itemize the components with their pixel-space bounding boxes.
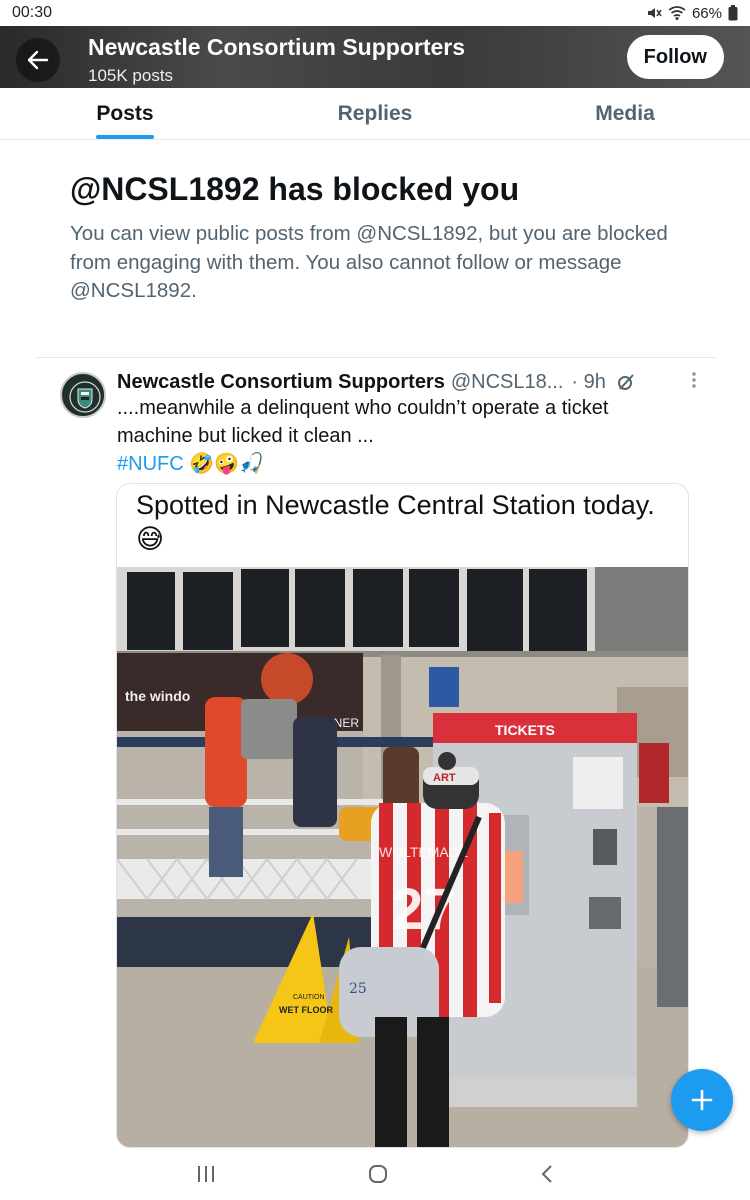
club-crest-icon: [64, 376, 104, 416]
follow-button[interactable]: Follow: [626, 35, 724, 79]
battery-percent: 66%: [691, 4, 722, 22]
mute-icon: [647, 8, 662, 18]
tweet-emojis: 🤣🤪🎣: [189, 453, 264, 475]
status-icons: 66%: [646, 5, 738, 22]
recent-apps-icon[interactable]: [195, 1164, 217, 1184]
plus-icon: [691, 1089, 713, 1111]
profile-title: Newcastle Consortium Supporters: [88, 34, 466, 60]
tweet-text: ....meanwhile a delinquent who couldn’t …: [117, 394, 687, 478]
tweet-timestamp[interactable]: · 9h: [571, 371, 605, 394]
photo-bag-number: 25: [349, 981, 367, 997]
profile-tabs: Posts Replies Media: [0, 88, 750, 140]
post-count: 105K posts: [88, 66, 174, 85]
battery-icon: [728, 5, 738, 21]
divider: [36, 357, 716, 358]
system-nav-bar: [0, 1148, 750, 1200]
photo-wet-floor-text: WET FLOOR: [279, 1005, 333, 1015]
back-nav-icon[interactable]: [539, 1163, 555, 1185]
profile-header: Newcastle Consortium Supporters 105K pos…: [0, 26, 750, 88]
tweet-author-handle[interactable]: @NCSL18...: [451, 371, 564, 394]
back-button[interactable]: [16, 38, 60, 82]
hashtag-link[interactable]: #NUFC: [117, 453, 184, 475]
quote-body: Spotted in Newcastle Central Station tod…: [136, 490, 655, 520]
avatar[interactable]: [60, 372, 106, 418]
photo-banner-text: the windo: [125, 688, 190, 704]
station-photo-illustration: the windo LNER TICKETS CAUTION WET FLOOR…: [117, 567, 688, 1147]
tweet-header: Newcastle Consortium Supporters @NCSL18.…: [117, 368, 715, 396]
compose-button[interactable]: [671, 1069, 733, 1131]
blocked-heading: @NCSL1892 has blocked you: [70, 171, 520, 207]
quote-text: Spotted in Newcastle Central Station tod…: [136, 488, 676, 556]
tweet-author-name[interactable]: Newcastle Consortium Supporters: [117, 371, 445, 394]
more-options-icon[interactable]: [691, 370, 697, 390]
quote-emoji: 😅: [136, 524, 165, 554]
home-icon[interactable]: [367, 1163, 389, 1185]
grok-icon[interactable]: [616, 372, 636, 392]
photo-caution-text: CAUTION: [293, 994, 325, 1001]
station-photo[interactable]: the windo LNER TICKETS CAUTION WET FLOOR…: [117, 567, 688, 1147]
arrow-left-icon: [27, 50, 49, 70]
tab-posts[interactable]: Posts: [0, 88, 250, 139]
blocked-notice: @NCSL1892 has blocked you You can view p…: [70, 168, 700, 306]
status-bar: 00:30 66%: [0, 0, 750, 26]
photo-shirt-name: WOLTEMADE: [379, 844, 468, 860]
status-time: 00:30: [12, 4, 53, 21]
wifi-icon: [668, 6, 686, 20]
tweet-body: ....meanwhile a delinquent who couldn’t …: [117, 397, 609, 447]
tab-replies[interactable]: Replies: [250, 88, 500, 139]
photo-hat-text: ART: [433, 772, 456, 784]
tab-media[interactable]: Media: [500, 88, 750, 139]
photo-shirt-number: 27: [391, 877, 456, 942]
photo-tickets-text: TICKETS: [495, 722, 555, 738]
media-card[interactable]: Spotted in Newcastle Central Station tod…: [116, 483, 689, 1148]
blocked-body: You can view public posts from @NCSL1892…: [70, 222, 668, 302]
